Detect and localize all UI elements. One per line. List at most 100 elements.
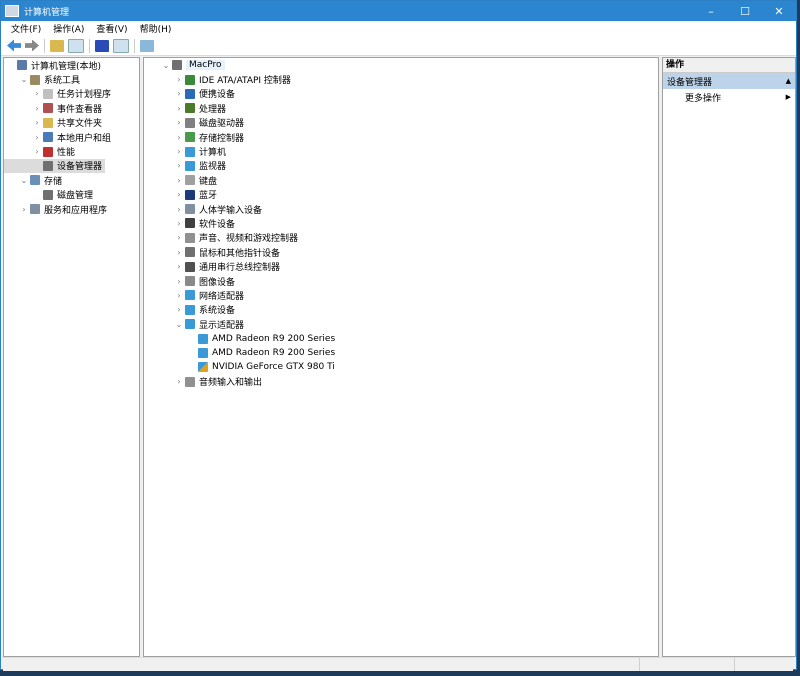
tree-item-label: 鼠标和其他指针设备	[199, 248, 281, 259]
device-icon	[185, 88, 195, 99]
expand-chevron-icon[interactable]: ›	[173, 190, 185, 199]
tree-item[interactable]: › 软件设备	[144, 216, 658, 230]
tree-item[interactable]: › 网络适配器	[144, 288, 658, 302]
device-tree-pane: ⌄ MacPro › IDE ATA/ATAPI 控制器 › 便携设备 › 处理器 › 磁盘驱动器…	[143, 57, 659, 657]
expand-chevron-icon[interactable]: ›	[173, 277, 185, 286]
tree-item-label: 磁盘管理	[57, 191, 94, 202]
expand-chevron-icon[interactable]: ›	[18, 205, 30, 214]
tree-item[interactable]: › 监视器	[144, 159, 658, 173]
menu-action[interactable]: 操作(A)	[53, 22, 84, 35]
tree-item[interactable]: ⌄ 显示适配器	[144, 317, 658, 331]
device-icon	[43, 117, 53, 128]
tree-item[interactable]: › 鼠标和其他指针设备	[144, 245, 658, 259]
status-bar	[3, 657, 793, 671]
menu-view[interactable]: 查看(V)	[96, 22, 127, 35]
tree-item[interactable]: › 音频输入和输出	[144, 375, 658, 389]
device-icon	[185, 103, 195, 114]
expand-chevron-icon[interactable]: ›	[173, 176, 185, 185]
expand-chevron-icon[interactable]: ›	[173, 205, 185, 214]
tree-item[interactable]: › 通用串行总线控制器	[144, 259, 658, 273]
section-label: 设备管理器	[667, 77, 713, 88]
tree-item[interactable]: › 计算机	[144, 144, 658, 158]
device-icon	[185, 261, 195, 272]
expand-chevron-icon[interactable]: ›	[173, 262, 185, 271]
tree-item[interactable]: AMD Radeon R9 200 Series	[144, 346, 658, 360]
tree-item[interactable]: › 处理器	[144, 101, 658, 115]
back-icon[interactable]	[7, 39, 21, 52]
close-button[interactable]: ✕	[762, 5, 796, 18]
tree-item[interactable]: › 人体学输入设备	[144, 202, 658, 216]
tree-item[interactable]: › 本地用户和组	[4, 130, 139, 144]
more-actions-item[interactable]: 更多操作 ▶	[663, 89, 795, 105]
window-title: 计算机管理	[24, 7, 70, 18]
tree-item[interactable]: › IDE ATA/ATAPI 控制器	[144, 72, 658, 86]
minimize-button[interactable]: –	[694, 5, 728, 18]
tree-item[interactable]: ⌄ 系统工具	[4, 72, 139, 86]
maximize-button[interactable]: ☐	[728, 5, 762, 18]
expand-chevron-icon[interactable]: ⌄	[18, 176, 30, 185]
title-bar: 计算机管理 – ☐ ✕	[1, 1, 796, 21]
expand-chevron-icon[interactable]: ›	[173, 147, 185, 156]
tree-item[interactable]: 设备管理器	[4, 158, 106, 174]
tree-item[interactable]: › 事件查看器	[4, 101, 139, 115]
expand-chevron-icon[interactable]: ›	[173, 89, 185, 98]
tree-item[interactable]: › 服务和应用程序	[4, 202, 139, 216]
monitor-icon[interactable]	[140, 39, 154, 52]
tree-item[interactable]: ⌄ 存储	[4, 173, 139, 187]
expand-chevron-icon[interactable]: ›	[173, 104, 185, 113]
expand-chevron-icon[interactable]: ›	[173, 75, 185, 84]
show-hide-action-pane-icon[interactable]	[113, 38, 129, 53]
tree-item-label: 服务和应用程序	[44, 205, 108, 216]
tree-item[interactable]: › 性能	[4, 144, 139, 158]
expand-chevron-icon[interactable]: ›	[173, 133, 185, 142]
expand-chevron-icon[interactable]: ›	[31, 104, 43, 113]
device-icon	[185, 160, 195, 171]
expand-chevron-icon[interactable]: ›	[173, 248, 185, 257]
tree-item[interactable]: › 共享文件夹	[4, 116, 139, 130]
actions-pane: 操作 设备管理器 ▲ 更多操作 ▶	[662, 57, 796, 657]
tree-item-label: 计算机	[199, 148, 227, 159]
tree-item[interactable]: › 任务计划程序	[4, 87, 139, 101]
expand-chevron-icon[interactable]: ›	[31, 133, 43, 142]
tree-item-label: 性能	[57, 148, 76, 159]
expand-chevron-icon[interactable]: ›	[173, 291, 185, 300]
expand-chevron-icon[interactable]: ›	[173, 161, 185, 170]
expand-chevron-icon[interactable]: ›	[31, 89, 43, 98]
tree-item[interactable]: 计算机管理(本地)	[4, 58, 139, 72]
forward-icon[interactable]	[25, 39, 39, 52]
expand-chevron-icon[interactable]: ⌄	[160, 61, 172, 70]
actions-section-device-manager[interactable]: 设备管理器 ▲	[663, 73, 795, 89]
tree-item[interactable]: › 键盘	[144, 173, 658, 187]
tree-item[interactable]: ⌄ MacPro	[144, 58, 658, 72]
help-icon[interactable]	[95, 39, 109, 52]
tree-item-label: 本地用户和组	[57, 133, 112, 144]
tree-item[interactable]: › 蓝牙	[144, 188, 658, 202]
expand-chevron-icon[interactable]: ›	[173, 305, 185, 314]
expand-chevron-icon[interactable]: ›	[173, 233, 185, 242]
expand-chevron-icon[interactable]: ›	[173, 118, 185, 127]
actions-header: 操作	[663, 58, 795, 73]
expand-chevron-icon[interactable]: ⌄	[18, 75, 30, 84]
expand-chevron-icon[interactable]: ›	[173, 219, 185, 228]
tree-item[interactable]: › 图像设备	[144, 274, 658, 288]
tree-item[interactable]: 磁盘管理	[4, 188, 139, 202]
device-icon	[185, 232, 195, 243]
tree-item[interactable]: › 系统设备	[144, 303, 658, 317]
tree-item-label: 系统设备	[199, 306, 236, 317]
expand-chevron-icon[interactable]: ›	[31, 118, 43, 127]
tree-item[interactable]: › 磁盘驱动器	[144, 116, 658, 130]
tree-item-label: 声音、视频和游戏控制器	[199, 234, 299, 245]
tree-item[interactable]: NVIDIA GeForce GTX 980 Ti	[144, 360, 658, 374]
tree-item[interactable]: › 声音、视频和游戏控制器	[144, 231, 658, 245]
expand-chevron-icon[interactable]: ›	[31, 147, 43, 156]
menu-help[interactable]: 帮助(H)	[140, 22, 172, 35]
up-folder-icon[interactable]	[50, 39, 64, 52]
expand-chevron-icon[interactable]: ›	[173, 377, 185, 386]
menu-file[interactable]: 文件(F)	[11, 22, 41, 35]
expand-chevron-icon[interactable]: ⌄	[173, 320, 185, 329]
show-hide-tree-icon[interactable]	[68, 38, 84, 53]
tree-item[interactable]: AMD Radeon R9 200 Series	[144, 331, 658, 345]
tree-item[interactable]: › 便携设备	[144, 87, 658, 101]
collapse-arrow-icon[interactable]: ▲	[786, 77, 791, 85]
tree-item[interactable]: › 存储控制器	[144, 130, 658, 144]
